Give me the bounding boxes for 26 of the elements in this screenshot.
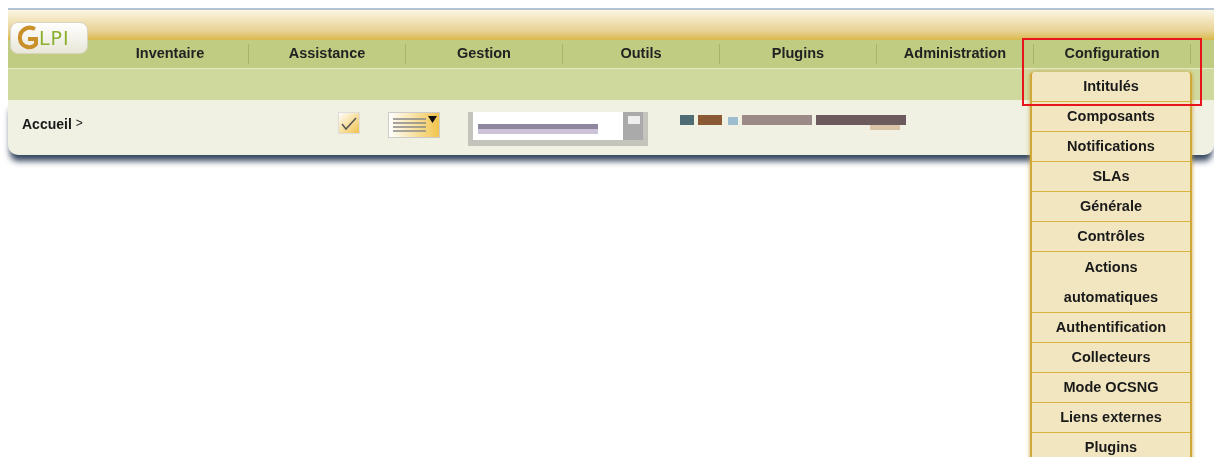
dropdown-item[interactable]: Actions automatiques xyxy=(1032,252,1190,313)
dropdown-item[interactable]: Collecteurs xyxy=(1032,343,1190,373)
menu-item[interactable]: Outils xyxy=(563,44,720,64)
breadcrumb-separator: > xyxy=(75,115,83,132)
menu-item[interactable]: Administration xyxy=(877,44,1034,64)
dropdown-item[interactable]: Générale xyxy=(1032,192,1190,222)
search-field[interactable] xyxy=(467,112,648,146)
dropdown-item[interactable]: Composants xyxy=(1032,102,1190,132)
dropdown-item[interactable]: Notifications xyxy=(1032,132,1190,162)
dropdown-item[interactable]: Mode OCSNG xyxy=(1032,373,1190,403)
menu-item[interactable]: Assistance xyxy=(249,44,406,64)
dropdown-item[interactable]: Plugins xyxy=(1032,433,1190,457)
dropdown-item[interactable]: Liens externes xyxy=(1032,403,1190,433)
menu-item[interactable]: Plugins xyxy=(720,44,877,64)
dropdown-item[interactable]: Authentification xyxy=(1032,313,1190,343)
menu-item[interactable]: Inventaire xyxy=(92,44,249,64)
dropdown-item[interactable]: SLAs xyxy=(1032,162,1190,192)
list-dropdown-icon[interactable] xyxy=(387,112,440,138)
menu-item[interactable]: Gestion xyxy=(406,44,563,64)
check-icon[interactable] xyxy=(337,112,360,134)
menu-item[interactable]: Configuration xyxy=(1034,44,1191,64)
g-swirl-icon xyxy=(17,25,39,51)
breadcrumb-link[interactable]: Accueil xyxy=(22,114,72,135)
dropdown-item[interactable]: Intitulés xyxy=(1032,72,1190,102)
dropdown-item[interactable]: Contrôles xyxy=(1032,222,1190,252)
logo-text: LPI xyxy=(39,25,70,51)
